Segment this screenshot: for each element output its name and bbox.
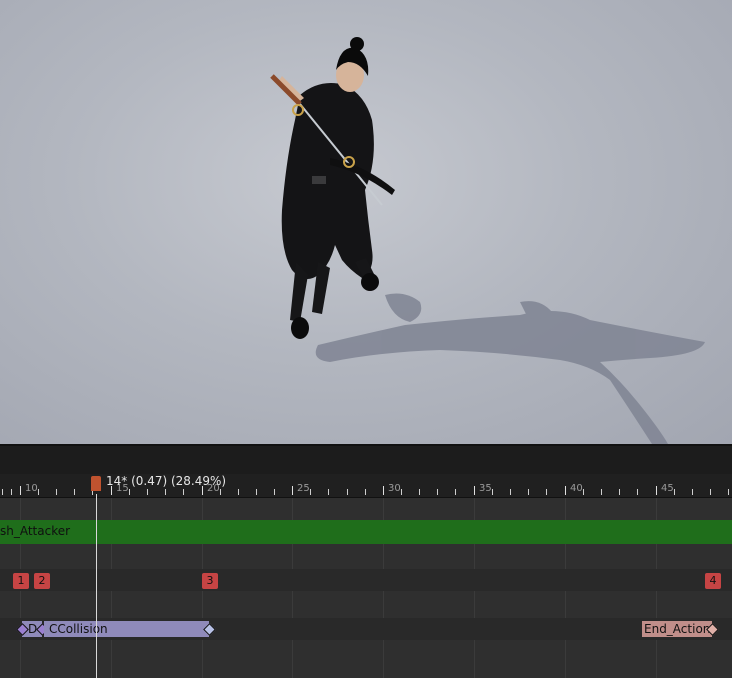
ruler-tick — [220, 489, 221, 495]
playhead-handle[interactable] — [91, 476, 101, 491]
ruler-tick — [401, 489, 402, 495]
ruler-tick — [510, 489, 511, 495]
ruler-tick — [546, 489, 547, 495]
ruler-tick — [256, 489, 257, 495]
montage-section-bar[interactable] — [0, 520, 732, 544]
ruler-tick — [528, 489, 529, 495]
playhead-line[interactable] — [96, 494, 97, 678]
ruler-tick — [583, 489, 584, 495]
marker-3[interactable]: 3 — [202, 573, 218, 589]
section-label: sh_Attacker — [0, 524, 71, 538]
ruler-tick — [437, 489, 438, 495]
end-action-notify[interactable]: End_Action — [642, 621, 712, 637]
ruler-tick — [2, 489, 3, 495]
ruler-tick — [38, 489, 39, 495]
ruler-tick — [492, 489, 493, 495]
ruler-label: 35 — [479, 483, 492, 494]
end-action-label: End_Action — [644, 622, 711, 636]
ruler-tick — [455, 489, 456, 495]
ruler-tick — [238, 489, 239, 495]
ruler-tick — [419, 489, 420, 495]
character-model[interactable] — [270, 37, 395, 339]
ruler-tick — [710, 489, 711, 495]
ruler-tick — [20, 486, 21, 495]
ruler-tick — [692, 489, 693, 495]
frame-readout: 14* (0.47) (28.49%) — [106, 474, 227, 488]
marker-track — [0, 569, 732, 591]
marker-4[interactable]: 4 — [705, 573, 721, 589]
ruler-label: 45 — [661, 483, 674, 494]
ruler-tick — [183, 489, 184, 495]
ruler-label: 10 — [25, 483, 38, 494]
ruler-tick — [619, 489, 620, 495]
ruler-tick — [637, 489, 638, 495]
ruler-tick — [674, 489, 675, 495]
ruler-tick — [310, 489, 311, 495]
animation-editor: 10 15 20 25 30 35 40 45 sh_Attacker 1 2 … — [0, 0, 732, 678]
ruler-tick — [292, 486, 293, 495]
marker-1[interactable]: 1 — [13, 573, 29, 589]
collision-notify-label: CCollision — [49, 622, 108, 636]
timeline-toolbar — [0, 446, 732, 475]
ruler-tick — [74, 489, 75, 495]
ruler-tick — [11, 489, 12, 495]
ruler-tick — [383, 486, 384, 495]
ruler-tick — [347, 489, 348, 495]
ruler-tick — [147, 489, 148, 495]
ruler-tick — [601, 489, 602, 495]
ruler-tick — [474, 486, 475, 495]
ruler-tick — [129, 489, 130, 495]
marker-2[interactable]: 2 — [34, 573, 50, 589]
character-shadow — [315, 293, 705, 444]
ruler-tick — [656, 486, 657, 495]
ruler-tick — [165, 489, 166, 495]
ruler-tick — [565, 486, 566, 495]
ruler-label: 40 — [570, 483, 583, 494]
ruler-tick — [328, 489, 329, 495]
ruler-tick — [365, 489, 366, 495]
ruler-label: 30 — [388, 483, 401, 494]
ruler-label: 25 — [297, 483, 310, 494]
preview-viewport[interactable] — [0, 0, 732, 444]
collision-notify[interactable]: CCollision — [44, 621, 209, 637]
ruler-tick — [728, 489, 729, 495]
ruler-tick — [56, 489, 57, 495]
ruler-tick — [274, 489, 275, 495]
